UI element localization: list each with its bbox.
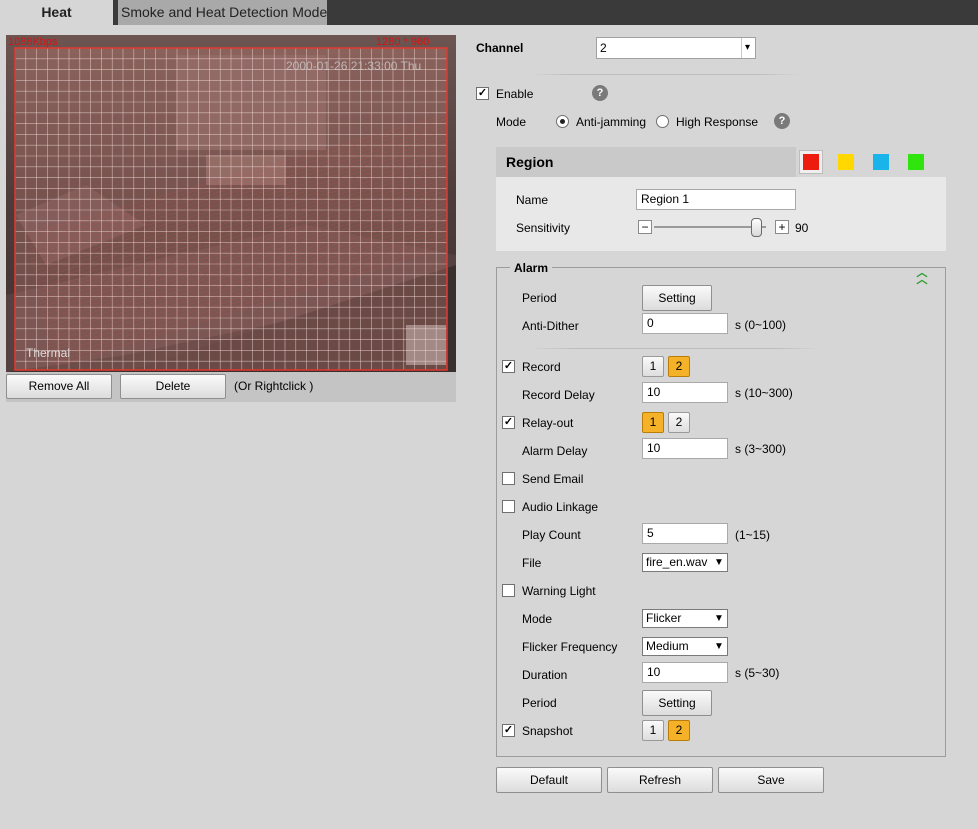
anti-dither-input[interactable]: 0: [642, 313, 728, 334]
sensitivity-increase-button[interactable]: +: [775, 220, 789, 234]
period-setting-button[interactable]: Setting: [642, 285, 712, 311]
tab-heat[interactable]: Heat: [0, 0, 113, 25]
save-button[interactable]: Save: [718, 767, 824, 793]
delete-button[interactable]: Delete: [120, 374, 226, 399]
light-mode-label: Mode: [522, 612, 553, 626]
chevron-down-icon: ▼: [713, 554, 725, 571]
region-header: Region: [496, 147, 946, 177]
region-name-input[interactable]: Region 1: [636, 189, 796, 210]
video-preview[interactable]: 1088Kbps 1280 * 960 2000-01-26 21:33:00 …: [6, 35, 456, 372]
region-color-green[interactable]: [908, 154, 924, 170]
video-frame-svg: [6, 35, 456, 372]
snapshot-channel-1-button[interactable]: 1: [642, 720, 664, 741]
record-channel-1-button[interactable]: 1: [642, 356, 664, 377]
flicker-frequency-select[interactable]: Medium ▼: [642, 637, 728, 656]
flicker-frequency-label: Flicker Frequency: [522, 640, 618, 654]
relay-out-checkbox[interactable]: ✓: [502, 416, 515, 429]
audio-linkage-label: Audio Linkage: [522, 500, 599, 514]
play-count-input[interactable]: 5: [642, 523, 728, 544]
send-email-label: Send Email: [522, 472, 584, 486]
record-delay-range: s (10~300): [735, 386, 793, 400]
record-delay-input[interactable]: 10: [642, 382, 728, 403]
flicker-frequency-value: Medium: [646, 639, 689, 653]
help-icon[interactable]: ?: [592, 85, 608, 101]
mode-label: Mode: [496, 115, 527, 129]
double-chevron-up-icon[interactable]: ︿ ︿: [914, 268, 930, 286]
snapshot-label: Snapshot: [522, 724, 573, 738]
default-button[interactable]: Default: [496, 767, 602, 793]
duration-input[interactable]: 10: [642, 662, 728, 683]
sensitivity-value: 90: [795, 221, 809, 235]
relay-out-label: Relay-out: [522, 416, 574, 430]
chevron-down-icon: ▼: [713, 638, 725, 655]
enable-label: Enable: [496, 87, 534, 101]
warning-light-label: Warning Light: [522, 584, 596, 598]
period2-label: Period: [522, 696, 557, 710]
relay-out-2-button[interactable]: 2: [668, 412, 690, 433]
sensitivity-label: Sensitivity: [516, 221, 571, 235]
sensitivity-decrease-button[interactable]: −: [638, 220, 652, 234]
period-label: Period: [522, 291, 557, 305]
anti-dither-label: Anti-Dither: [522, 319, 579, 333]
high-response-radio[interactable]: [656, 115, 669, 128]
light-mode-select[interactable]: Flicker ▼: [642, 609, 728, 628]
high-response-label: High Response: [676, 115, 759, 129]
file-select[interactable]: fire_en.wav ▼: [642, 553, 728, 572]
record-label: Record: [522, 360, 561, 374]
sensitivity-track: [654, 226, 766, 228]
period2-setting-button[interactable]: Setting: [642, 690, 712, 716]
relay-out-1-button[interactable]: 1: [642, 412, 664, 433]
alarm-delay-label: Alarm Delay: [522, 444, 588, 458]
duration-label: Duration: [522, 668, 568, 682]
record-checkbox[interactable]: ✓: [502, 360, 515, 373]
channel-value: 2: [600, 41, 607, 55]
refresh-button[interactable]: Refresh: [607, 767, 713, 793]
osd-watermark: Thermal: [26, 346, 71, 360]
region-title: Region: [506, 154, 554, 170]
play-count-range: (1~15): [735, 528, 771, 542]
duration-range: s (5~30): [735, 666, 780, 680]
channel-select[interactable]: 2 ▾: [596, 37, 756, 59]
bitrate-label: 1088Kbps: [8, 36, 58, 48]
resolution-label: 1280 * 960: [376, 36, 430, 48]
remove-all-button[interactable]: Remove All: [6, 374, 112, 399]
file-value: fire_en.wav: [646, 555, 708, 569]
send-email-checkbox[interactable]: [502, 472, 515, 485]
enable-checkbox[interactable]: ✓: [476, 87, 489, 100]
light-mode-value: Flicker: [646, 611, 682, 625]
play-count-label: Play Count: [522, 528, 581, 542]
chevron-down-icon: ▼: [713, 610, 725, 627]
rightclick-hint: (Or Rightclick ): [234, 379, 314, 393]
region-color-red[interactable]: [803, 154, 819, 170]
alarm-delay-input[interactable]: 10: [642, 438, 728, 459]
help-icon[interactable]: ?: [774, 113, 790, 129]
channel-label: Channel: [476, 41, 524, 55]
region-color-blue[interactable]: [873, 154, 889, 170]
record-channel-2-button[interactable]: 2: [668, 356, 690, 377]
osd-timestamp: 2000-01-26 21:33:00 Thu: [286, 59, 422, 73]
chevron-down-icon: ▾: [741, 38, 753, 58]
anti-jamming-label: Anti-jamming: [576, 115, 647, 129]
divider: [530, 348, 820, 349]
anti-dither-range: s (0~100): [735, 318, 787, 332]
file-label: File: [522, 556, 542, 570]
sensitivity-slider-handle[interactable]: [751, 218, 762, 237]
audio-linkage-checkbox[interactable]: [502, 500, 515, 513]
record-delay-label: Record Delay: [522, 388, 595, 402]
detection-grid: [14, 47, 448, 370]
snapshot-channel-2-button[interactable]: 2: [668, 720, 690, 741]
video-toolbar: Remove All Delete (Or Rightclick ): [6, 372, 456, 402]
warning-light-checkbox[interactable]: [502, 584, 515, 597]
tab-smoke-heat-detection-mode[interactable]: Smoke and Heat Detection Mode: [118, 0, 327, 25]
anti-jamming-radio[interactable]: [556, 115, 569, 128]
tab-bar: Heat Smoke and Heat Detection Mode: [0, 0, 978, 25]
region-name-label: Name: [516, 193, 549, 207]
region-color-yellow[interactable]: [838, 154, 854, 170]
alarm-delay-range: s (3~300): [735, 442, 787, 456]
divider: [530, 74, 800, 75]
region-panel: Region Name Region 1 Sensitivity − + 90: [496, 147, 946, 251]
alarm-title: Alarm: [510, 261, 553, 275]
snapshot-checkbox[interactable]: ✓: [502, 724, 515, 737]
